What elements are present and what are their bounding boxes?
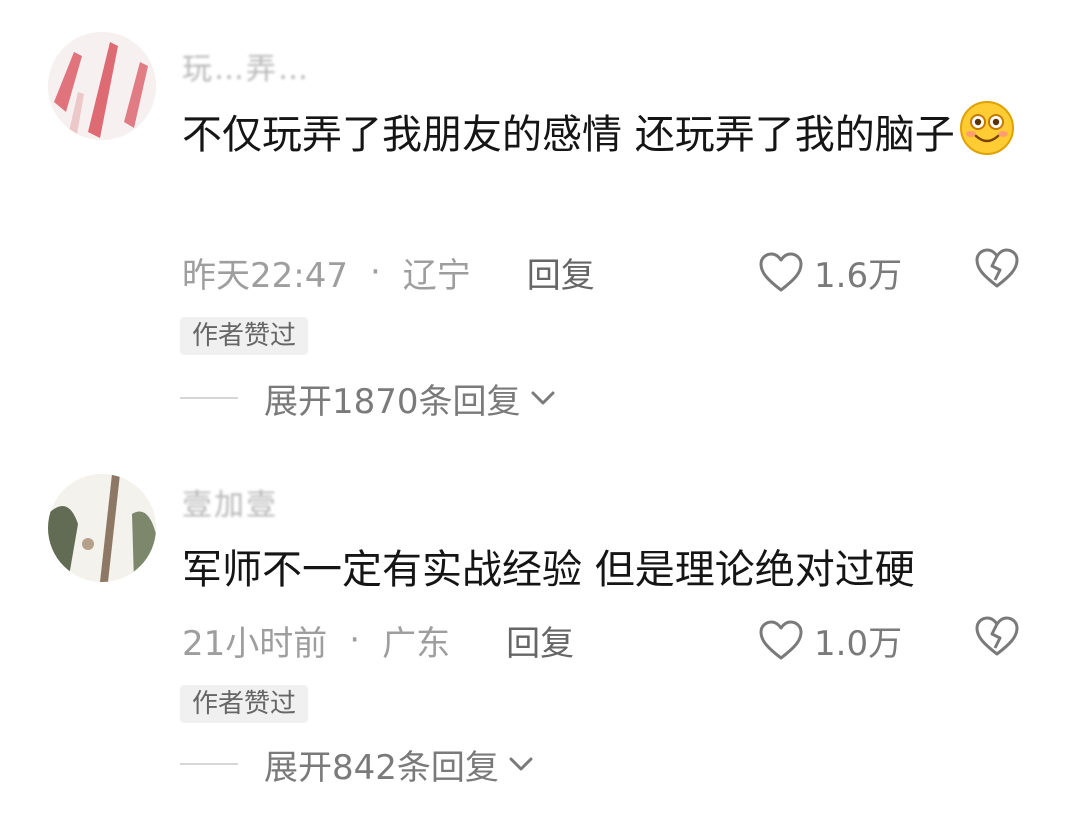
divider xyxy=(180,763,238,765)
reply-button[interactable]: 回复 xyxy=(527,248,595,297)
expand-replies-button[interactable]: 展开1870条回复 xyxy=(180,376,557,422)
author-liked-badge: 作者赞过 xyxy=(180,685,309,723)
avatar[interactable] xyxy=(48,474,156,582)
comment-location: 广东 xyxy=(382,623,451,664)
divider xyxy=(180,397,238,399)
reply-button[interactable]: 回复 xyxy=(506,616,574,665)
like-button[interactable]: 1.6万 xyxy=(758,248,902,297)
meta-separator: · xyxy=(369,252,381,292)
author-liked-badge: 作者赞过 xyxy=(180,317,309,355)
comment-text: 不仅玩弄了我朋友的感情 还玩弄了我的脑子 xyxy=(182,100,1022,175)
like-count: 1.0万 xyxy=(814,623,903,664)
heart-outline-icon xyxy=(759,252,803,292)
dislike-button[interactable] xyxy=(974,615,1020,666)
comment-item: 壹加壹 军师不一定有实战经验 但是理论绝对过硬 21小时前 · 广东 回复 1.… xyxy=(0,460,1080,816)
expand-replies-label: 展开842条回复 xyxy=(264,747,499,788)
like-button[interactable]: 1.0万 xyxy=(758,616,902,665)
chevron-down-icon xyxy=(509,757,533,771)
comment-item: 玩…弄… 不仅玩弄了我朋友的感情 还玩弄了我的脑子 昨天22:47 · 辽宁 回… xyxy=(0,0,1080,440)
broken-heart-icon xyxy=(975,616,1019,655)
like-count: 1.6万 xyxy=(814,255,903,296)
comment-text-body: 不仅玩弄了我朋友的感情 还玩弄了我的脑子 xyxy=(182,112,955,158)
username[interactable]: 壹加壹 xyxy=(182,480,278,524)
comment-meta: 21小时前 · 广东 回复 1.0万 xyxy=(182,616,1040,664)
broken-heart-icon xyxy=(975,248,1019,287)
comment-location: 辽宁 xyxy=(402,255,471,296)
avatar[interactable] xyxy=(48,32,156,140)
expand-replies-button[interactable]: 展开842条回复 xyxy=(180,742,535,788)
comment-time: 21小时前 xyxy=(182,623,328,664)
heart-outline-icon xyxy=(759,620,803,660)
dislike-button[interactable] xyxy=(974,247,1020,298)
chevron-down-icon xyxy=(531,391,555,405)
smile-emoji-icon xyxy=(959,100,1015,175)
username[interactable]: 玩…弄… xyxy=(182,44,310,88)
expand-replies-label: 展开1870条回复 xyxy=(264,381,521,422)
comment-meta: 昨天22:47 · 辽宁 回复 1.6万 xyxy=(182,248,1040,296)
comment-time: 昨天22:47 xyxy=(182,255,348,296)
comment-text: 军师不一定有实战经验 但是理论绝对过硬 xyxy=(182,547,915,593)
meta-separator: · xyxy=(349,620,361,660)
